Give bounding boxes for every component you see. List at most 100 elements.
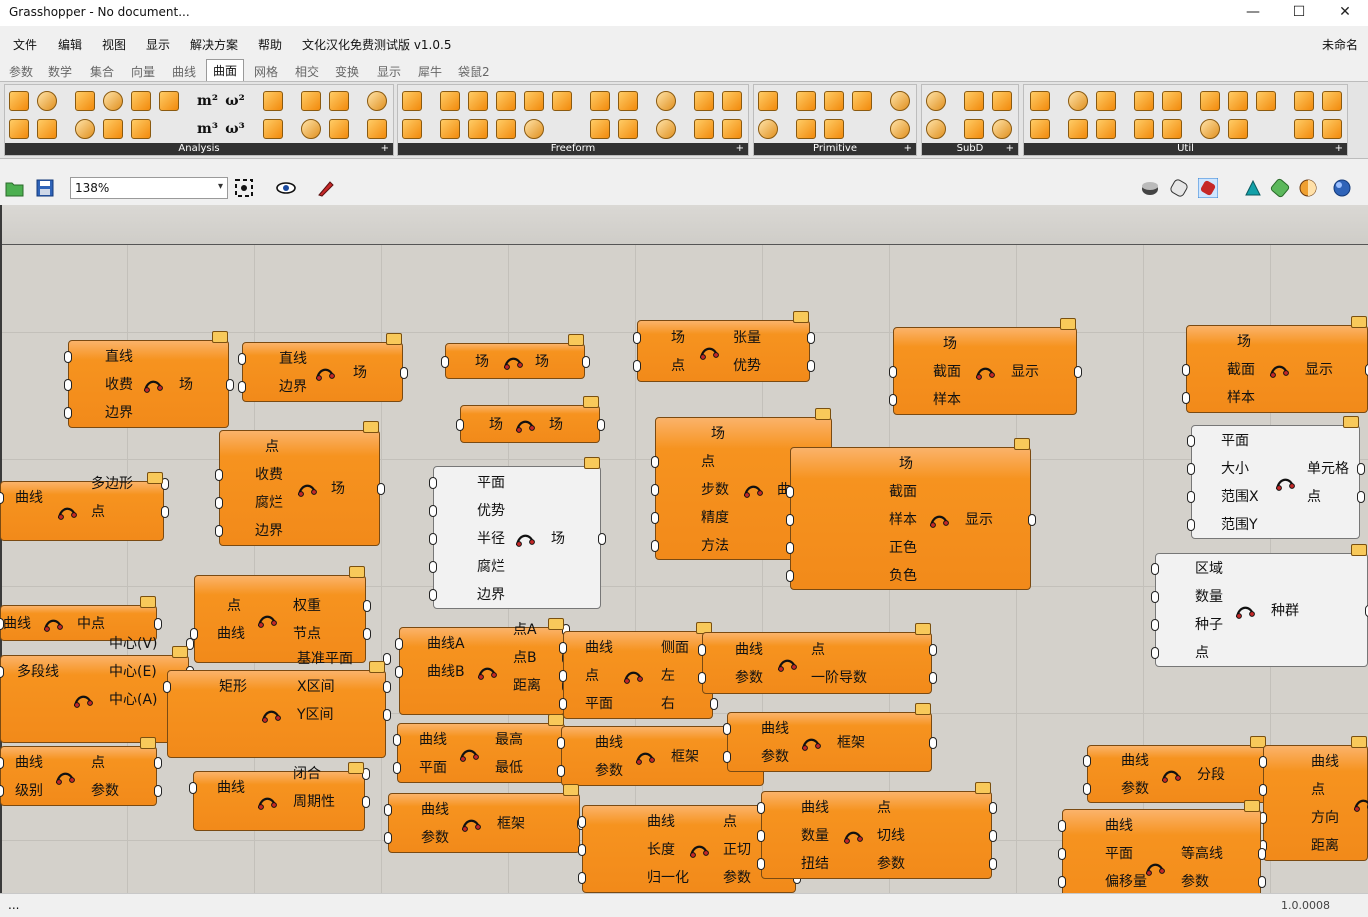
shape-icon[interactable] [367, 91, 387, 111]
plane-box-icon[interactable] [796, 119, 816, 139]
component-c8[interactable]: 点收费 腐烂 边界 场 [215, 421, 385, 546]
component-c9[interactable]: 平面 优势 半径 腐烂 边界 场 [429, 457, 606, 609]
input-grip[interactable] [0, 757, 4, 769]
input-grip[interactable] [889, 394, 897, 406]
output-grip[interactable] [807, 360, 815, 372]
boundary-icon[interactable] [440, 91, 460, 111]
offset-loose-icon[interactable] [1322, 119, 1342, 139]
section-icon[interactable] [367, 119, 387, 139]
mesh-settings-icon[interactable] [1270, 178, 1290, 198]
message-bubble-icon[interactable] [386, 333, 402, 345]
fourpoint-icon[interactable] [402, 91, 422, 111]
input-grip[interactable] [786, 513, 794, 526]
area-inertia-icon[interactable]: ω² [225, 91, 245, 111]
surface-frames-icon[interactable] [1228, 119, 1248, 139]
subd-smooth-icon[interactable] [992, 119, 1012, 139]
tab-params[interactable]: 参数 [9, 63, 33, 80]
mesh-quality-icon[interactable] [1243, 178, 1263, 198]
input-grip[interactable] [429, 476, 437, 489]
component-c27[interactable]: 曲线 参数 分段 [1083, 736, 1272, 803]
message-bubble-icon[interactable] [147, 472, 163, 484]
tab-kangaroo[interactable]: 袋鼠2 [458, 63, 490, 80]
input-grip[interactable] [559, 670, 567, 682]
volume-inertia-icon[interactable]: ω³ [225, 119, 245, 139]
input-grip[interactable] [64, 407, 72, 419]
torus-icon[interactable] [75, 119, 95, 139]
close-button[interactable]: ✕ [1322, 0, 1368, 26]
input-grip[interactable] [578, 844, 586, 856]
edges-from-icon[interactable] [1068, 119, 1088, 139]
input-grip[interactable] [633, 332, 641, 344]
output-grip[interactable] [582, 356, 590, 368]
component-c21[interactable]: 曲线 参数 点一阶导数 [698, 623, 937, 694]
input-grip[interactable] [651, 511, 659, 524]
shrink-icon[interactable] [1134, 119, 1154, 139]
input-grip[interactable] [1182, 364, 1190, 376]
output-grip[interactable] [1258, 876, 1266, 888]
menu-help[interactable]: 帮助 [258, 36, 282, 53]
surface-split-icon[interactable] [1200, 119, 1220, 139]
control-points-icon[interactable] [402, 119, 422, 139]
domain-box-icon[interactable] [852, 91, 872, 111]
preview-selected-icon[interactable] [1198, 178, 1218, 198]
untrim-icon[interactable] [1294, 91, 1314, 111]
output-grip[interactable] [807, 332, 815, 344]
block-icon[interactable] [131, 119, 151, 139]
sum-srf-icon[interactable] [618, 91, 638, 111]
tab-curve[interactable]: 曲线 [172, 63, 196, 80]
component-c12[interactable]: 平面 大小 范围X 范围Y 单元格点 [1187, 416, 1365, 539]
message-bubble-icon[interactable] [815, 408, 831, 420]
subd-box-icon[interactable] [992, 91, 1012, 111]
input-grip[interactable] [723, 751, 731, 763]
sphere-primitive-icon[interactable] [890, 119, 910, 139]
input-grip[interactable] [1058, 876, 1066, 888]
input-grip[interactable] [786, 541, 794, 554]
component-c11[interactable]: 场截面 样本 正色 负色 显示 [786, 438, 1036, 590]
input-grip[interactable] [1151, 619, 1159, 631]
message-bubble-icon[interactable] [1014, 438, 1030, 450]
output-grip[interactable] [154, 618, 162, 630]
tab-maths[interactable]: 数学 [48, 63, 72, 80]
dup-border-icon[interactable] [1096, 119, 1116, 139]
box-rect-icon[interactable] [824, 119, 844, 139]
volume-moments-icon[interactable]: m³ [197, 119, 218, 139]
canvas[interactable]: 直线 收费 边界场直线 边界场场场场点张量 优势场截面 样本 显示场截面 样本 显示场场点收费腐… [0, 205, 1368, 893]
merge-faces-icon[interactable] [1030, 119, 1050, 139]
preview-eye-icon[interactable] [276, 178, 296, 198]
cylinder-icon[interactable] [890, 91, 910, 111]
output-grip[interactable] [989, 858, 997, 870]
input-grip[interactable] [757, 830, 765, 842]
component-c26[interactable]: 曲线 参数 框架 [723, 703, 937, 772]
input-grip[interactable] [429, 588, 437, 601]
component-c14[interactable]: 区域 数量 种子点 种群 [1151, 544, 1368, 667]
output-grip[interactable] [1357, 463, 1365, 475]
minimize-button[interactable]: — [1230, 0, 1276, 26]
message-bubble-icon[interactable] [212, 331, 228, 343]
menu-display[interactable]: 显示 [146, 36, 170, 53]
edges-icon[interactable] [37, 119, 57, 139]
input-grip[interactable] [215, 497, 223, 509]
component-c18[interactable]: 矩形 基准平面 X区间 Y区间 [163, 651, 391, 758]
input-grip[interactable] [1058, 820, 1066, 832]
output-grip[interactable] [1258, 848, 1266, 860]
output-grip[interactable] [362, 796, 370, 808]
component-c31[interactable]: 曲线 数量 扭结 点切线 参数 [757, 782, 997, 879]
input-grip[interactable] [786, 485, 794, 498]
component-c3[interactable]: 场场 [441, 334, 590, 379]
area-icon[interactable] [9, 91, 29, 111]
offset-icon[interactable] [1096, 91, 1116, 111]
expand-icon[interactable]: + [736, 143, 744, 155]
input-grip[interactable] [559, 698, 567, 710]
message-bubble-icon[interactable] [548, 618, 564, 630]
sphere-icon[interactable] [103, 91, 123, 111]
input-grip[interactable] [1259, 784, 1267, 796]
input-grip[interactable] [1187, 491, 1195, 503]
input-grip[interactable] [456, 419, 464, 431]
patch-icon[interactable] [656, 91, 676, 111]
menu-edit[interactable]: 编辑 [58, 36, 82, 53]
input-grip[interactable] [757, 802, 765, 814]
input-grip[interactable] [651, 483, 659, 496]
output-grip[interactable] [710, 698, 718, 710]
input-grip[interactable] [578, 872, 586, 884]
network-icon[interactable] [552, 91, 572, 111]
